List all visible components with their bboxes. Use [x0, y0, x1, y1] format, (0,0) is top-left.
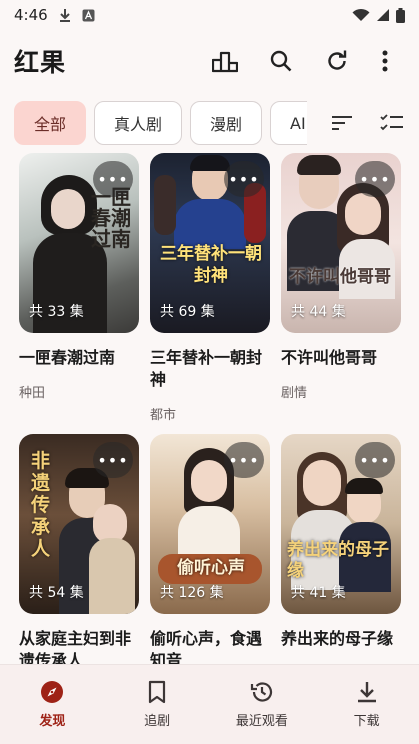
bottom-navigation: 发现 追剧 最近观看 下载: [0, 664, 419, 744]
battery-icon: [396, 7, 405, 23]
card-more-button[interactable]: •••: [93, 442, 133, 478]
card-more-button[interactable]: •••: [355, 442, 395, 478]
episode-count: 共 33 集: [29, 304, 84, 320]
nav-tab-discover[interactable]: 发现: [0, 665, 105, 744]
chip-comic[interactable]: 漫剧: [190, 101, 263, 145]
nav-label: 发现: [39, 714, 66, 729]
drama-poster[interactable]: 一匣春潮过南 ••• 共 33 集: [19, 153, 139, 333]
episode-count: 共 126 集: [160, 585, 224, 601]
drama-genre: 种田: [19, 386, 46, 401]
overflow-menu-button[interactable]: [365, 37, 405, 85]
download-icon: [357, 682, 376, 703]
poster-title-art: 不许叫他哥哥: [289, 267, 391, 287]
app-bar: 红果: [0, 30, 419, 92]
checklist-icon: [380, 114, 403, 131]
sort-icon: [332, 116, 352, 130]
chip-all[interactable]: 全部: [14, 101, 87, 145]
card-more-button[interactable]: •••: [224, 161, 264, 197]
signal-icon: [377, 9, 389, 21]
drama-genre: 都市: [150, 408, 177, 423]
card-more-button[interactable]: •••: [224, 442, 264, 478]
drama-poster[interactable]: 养出来的母子缘 ••• 共 41 集: [281, 434, 401, 614]
drama-poster[interactable]: 三年替补一朝封神 ••• 共 69 集: [150, 153, 270, 333]
app-notification-icon: [82, 9, 95, 21]
drama-card[interactable]: 偷听心声 ••• 共 126 集 偷听心声，食遇知音: [150, 434, 270, 664]
status-time: 4:46: [14, 6, 48, 24]
search-button[interactable]: [253, 37, 309, 85]
chip-ai[interactable]: AI: [270, 101, 307, 145]
drama-card[interactable]: 养出来的母子缘 ••• 共 41 集 养出来的母子缘: [281, 434, 401, 663]
sort-button[interactable]: [320, 101, 364, 145]
drama-poster[interactable]: 偷听心声 ••• 共 126 集: [150, 434, 270, 614]
history-icon: [250, 682, 272, 702]
drama-card[interactable]: 三年替补一朝封神 ••• 共 69 集 三年替补一朝封神 都市: [150, 153, 270, 423]
chip-live-action[interactable]: 真人剧: [94, 101, 183, 145]
nav-tab-downloads[interactable]: 下载: [314, 665, 419, 744]
drama-poster[interactable]: 不许叫他哥哥 ••• 共 44 集: [281, 153, 401, 333]
drama-title: 从家庭主妇到非遗传承人: [19, 629, 132, 664]
drama-title: 偷听心声，食遇知音: [150, 629, 263, 664]
nav-label: 最近观看: [235, 714, 288, 729]
nav-label: 追剧: [144, 714, 171, 729]
card-more-button[interactable]: •••: [93, 161, 133, 197]
poster-title-art: 养出来的母子缘: [287, 540, 389, 581]
compass-icon: [41, 681, 64, 703]
drama-card[interactable]: 非遗传承人 ••• 共 54 集 从家庭主妇到非遗传承人: [19, 434, 139, 664]
nav-tab-following[interactable]: 追剧: [105, 665, 210, 744]
poster-title-art: 偷听心声: [177, 558, 245, 578]
drama-card[interactable]: 不许叫他哥哥 ••• 共 44 集 不许叫他哥哥 剧情: [281, 153, 401, 401]
episode-count: 共 41 集: [291, 585, 346, 601]
bookmark-icon: [149, 680, 166, 704]
filter-list-button[interactable]: [370, 101, 414, 145]
drama-card[interactable]: 一匣春潮过南 ••• 共 33 集 一匣春潮过南 种田: [19, 153, 139, 401]
download-status-icon: [59, 9, 70, 22]
card-more-button[interactable]: •••: [355, 161, 395, 197]
episode-count: 共 69 集: [160, 304, 215, 320]
wifi-icon: [352, 8, 370, 21]
poster-title-art: 非遗传承人: [31, 450, 51, 560]
drama-poster[interactable]: 非遗传承人 ••• 共 54 集: [19, 434, 139, 614]
refresh-icon: [328, 50, 347, 70]
episode-count: 共 44 集: [291, 304, 346, 320]
drama-title: 养出来的母子缘: [281, 629, 394, 648]
nav-tab-recent[interactable]: 最近观看: [210, 665, 315, 744]
episode-count: 共 54 集: [29, 585, 84, 601]
ranking-icon: [212, 51, 238, 73]
status-bar: 4:46: [0, 0, 419, 30]
nav-label: 下载: [353, 714, 380, 729]
filter-chips: 全部 真人剧 漫剧 AI: [14, 100, 414, 146]
refresh-button[interactable]: [309, 37, 365, 85]
poster-title-art: 三年替补一朝封神: [160, 244, 262, 286]
drama-title: 一匣春潮过南: [19, 348, 116, 367]
drama-grid: 一匣春潮过南 ••• 共 33 集 一匣春潮过南 种田 三年替补一朝封神 •••…: [0, 150, 419, 664]
search-icon: [270, 50, 292, 72]
app-title: 红果: [14, 48, 67, 77]
drama-title: 三年替补一朝封神: [150, 348, 263, 389]
ranking-button[interactable]: [197, 37, 253, 85]
drama-title: 不许叫他哥哥: [281, 348, 378, 367]
more-vert-icon: [382, 50, 388, 72]
drama-genre: 剧情: [281, 386, 308, 401]
